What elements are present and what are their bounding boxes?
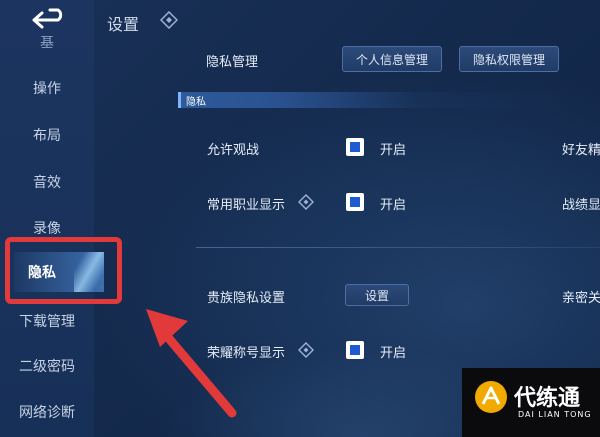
privacy-management-label: 隐私管理 [206, 55, 259, 70]
watermark-logo-icon [475, 381, 507, 413]
watermark: 代练通 DAI LIAN TONG [462, 368, 600, 437]
sidebar-item-label: 基 [40, 36, 54, 51]
sidebar-item-label: 布局 [33, 128, 61, 144]
section-title: 隐私 [186, 97, 206, 108]
watermark-subtitle: DAI LIAN TONG [518, 410, 592, 419]
back-arrow-icon[interactable] [28, 8, 70, 32]
allow-spectate-checkbox[interactable] [346, 138, 364, 156]
allow-spectate-label: 允许观战 [207, 143, 260, 158]
section-header: 隐私 [178, 92, 578, 108]
common-role-checkbox[interactable] [346, 193, 364, 211]
intimate-relation-label: 亲密关 [562, 291, 600, 306]
common-role-checkbox-label: 开启 [380, 198, 407, 213]
sidebar-item-second-password[interactable]: 二级密码 [0, 346, 94, 386]
diamond-info-icon[interactable] [160, 11, 178, 29]
common-role-label: 常用职业显示 [207, 198, 286, 213]
privacy-permission-button[interactable]: 隐私权限管理 [459, 46, 559, 72]
sidebar-item-network[interactable]: 网络诊断 [0, 392, 94, 432]
personal-info-button[interactable]: 个人信息管理 [342, 46, 442, 72]
watermark-title: 代练通 [514, 386, 581, 411]
noble-privacy-settings-button[interactable]: 设置 [345, 284, 409, 306]
allow-spectate-checkbox-label: 开启 [380, 143, 407, 158]
annotation-highlight-box [5, 237, 122, 304]
section-tick [178, 92, 181, 108]
sidebar-item-label: 操作 [33, 81, 61, 97]
sidebar-item-label: 二级密码 [19, 359, 75, 375]
friend-setting-label: 好友精 [562, 143, 600, 158]
sidebar-item-partial[interactable]: 基 [0, 36, 94, 52]
sidebar-item-sound[interactable]: 音效 [0, 162, 94, 202]
checkbox-check [350, 197, 360, 207]
sidebar-item-download[interactable]: 下载管理 [0, 301, 94, 341]
honor-title-checkbox-label: 开启 [380, 346, 407, 361]
sidebar-item-operation[interactable]: 操作 [0, 68, 94, 108]
sidebar-item-label: 音效 [33, 175, 61, 191]
diamond-info-icon[interactable] [298, 342, 314, 358]
sidebar-item-label: 下载管理 [19, 314, 75, 330]
record-display-label: 战绩显 [562, 198, 600, 213]
annotation-arrow [146, 309, 237, 418]
honor-title-checkbox[interactable] [346, 341, 364, 359]
sidebar-item-label: 录像 [33, 221, 61, 237]
checkbox-check [350, 345, 360, 355]
checkbox-check [350, 142, 360, 152]
diamond-info-icon[interactable] [298, 194, 314, 210]
divider [196, 247, 600, 248]
sidebar-item-layout[interactable]: 布局 [0, 115, 94, 155]
sidebar-item-label: 网络诊断 [19, 405, 75, 421]
page-title: 设置 [107, 15, 140, 34]
sidebar: 基 操作 布局 音效 录像 隐私 下载管理 二级密码 网络诊断 [0, 0, 104, 437]
